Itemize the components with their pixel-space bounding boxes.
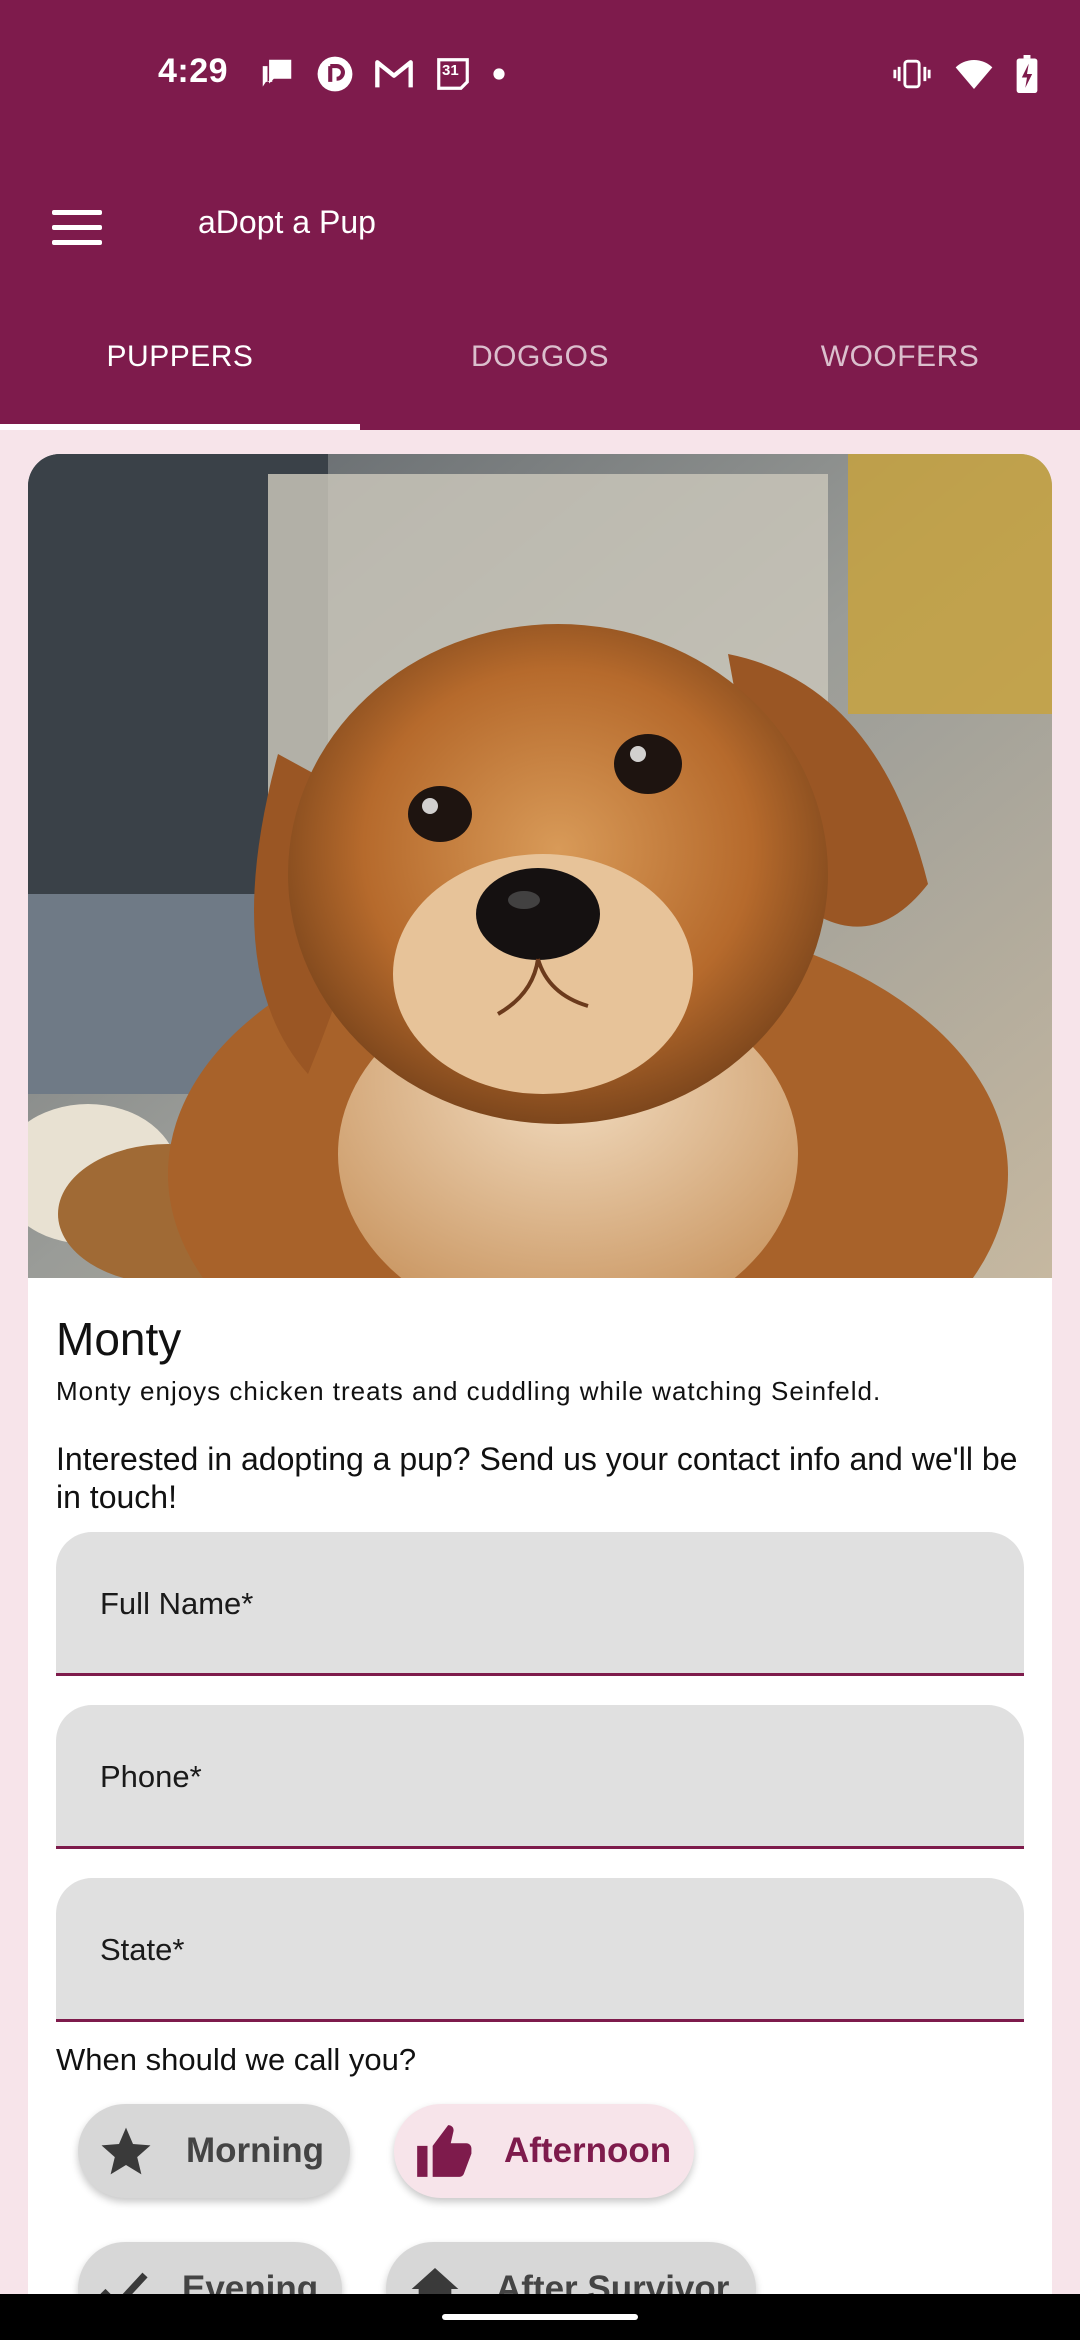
phone-field[interactable]: Phone*	[56, 1705, 1024, 1849]
phone-label: Phone*	[100, 1759, 202, 1794]
thumbs-up-icon	[412, 2120, 474, 2182]
home-gesture-handle[interactable]	[442, 2314, 638, 2320]
navigation-bar	[0, 2294, 1080, 2340]
chat-notification-icon	[258, 55, 296, 93]
status-time: 4:29	[158, 52, 229, 90]
call-time-question: When should we call you?	[56, 2042, 417, 2077]
chip-morning[interactable]: Morning	[78, 2104, 350, 2198]
star-icon	[96, 2120, 156, 2182]
wifi-icon	[954, 57, 994, 91]
tab-puppers[interactable]: PUPPERS	[0, 300, 360, 430]
calendar-day: 31	[442, 62, 459, 79]
pocket-casts-icon	[316, 55, 354, 93]
tab-doggos[interactable]: DOGGOS	[360, 300, 720, 430]
dot-icon	[492, 67, 506, 81]
battery-charging-icon	[1016, 55, 1038, 93]
calendar-icon: 31	[434, 55, 472, 93]
notification-icons: 31	[258, 52, 506, 96]
gmail-icon	[374, 57, 414, 91]
vibrate-icon	[892, 55, 932, 93]
full-name-label: Full Name*	[100, 1586, 254, 1621]
tab-woofers[interactable]: WOOFERS	[720, 300, 1080, 430]
active-tab-indicator	[0, 424, 360, 430]
form-intro: Interested in adopting a pup? Send us yo…	[56, 1441, 1018, 1515]
chip-morning-label: Morning	[185, 2131, 324, 2170]
pup-name-text: Monty	[56, 1313, 182, 1365]
state-field[interactable]: State*	[56, 1878, 1024, 2022]
state-label: State*	[100, 1932, 185, 1967]
app-title: aDopt a Pup	[198, 204, 376, 240]
tab-bar: PUPPERS DOGGOS WOOFERS	[0, 300, 1080, 430]
system-icons	[892, 52, 1038, 96]
chip-afternoon-label: Afternoon	[504, 2131, 672, 2170]
hamburger-menu-icon[interactable]	[40, 190, 114, 264]
full-name-field[interactable]: Full Name*	[56, 1532, 1024, 1676]
pup-photo	[28, 454, 1052, 1278]
chip-afternoon[interactable]: Afternoon	[394, 2104, 694, 2198]
status-bar: 4:29 31	[0, 0, 1080, 150]
pup-description: Monty enjoys chicken treats and cuddling…	[56, 1376, 882, 1406]
app-bar: aDopt a Pup	[0, 150, 1080, 300]
